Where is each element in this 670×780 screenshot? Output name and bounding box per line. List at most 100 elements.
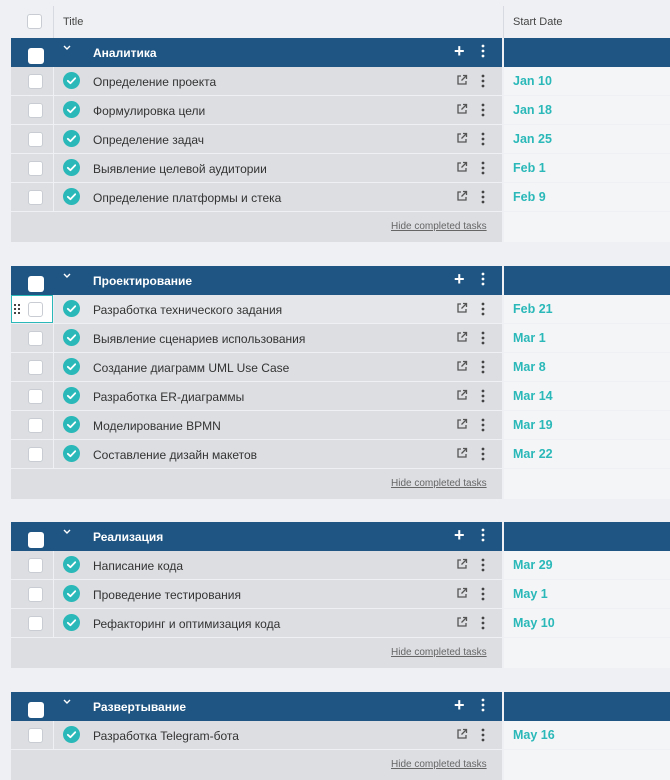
external-link-icon[interactable] [456,447,468,459]
task-start-date[interactable]: Feb 1 [513,161,546,175]
task-start-date[interactable]: May 16 [513,728,555,742]
task-row[interactable]: Моделирование BPMN Mar 19 [11,411,670,440]
row-select-checkbox[interactable] [28,190,43,205]
task-title[interactable]: Рефакторинг и оптимизация кода [93,617,280,631]
task-row[interactable]: Проведение тестирования May 1 [11,580,670,609]
chevron-down-icon[interactable] [63,528,71,536]
select-all-checkbox[interactable] [27,14,42,29]
external-link-icon[interactable] [456,103,468,115]
more-vertical-icon[interactable] [481,447,485,461]
start-date-cell[interactable]: May 1 [504,580,670,608]
external-link-icon[interactable] [456,418,468,430]
task-title[interactable]: Составление дизайн макетов [93,448,257,462]
more-vertical-icon[interactable] [481,616,485,630]
row-select-checkbox[interactable] [28,331,43,346]
task-row[interactable]: Разработка Telegram-бота May 16 [11,721,670,750]
task-cell[interactable]: Определение задач [11,125,502,153]
task-cell[interactable]: Рефакторинг и оптимизация кода [11,609,502,637]
chevron-down-icon[interactable] [63,698,71,706]
task-cell[interactable]: Разработка технического задания [11,295,502,323]
task-start-date[interactable]: Mar 14 [513,389,553,403]
task-row[interactable]: Разработка ER-диаграммы Mar 14 [11,382,670,411]
row-select-checkbox[interactable] [28,132,43,147]
task-start-date[interactable]: Mar 19 [513,418,553,432]
task-start-date[interactable]: Jan 18 [513,103,552,117]
check-circle-icon[interactable] [63,585,80,602]
task-title[interactable]: Разработка Telegram-бота [93,729,239,743]
row-select-checkbox[interactable] [28,728,43,743]
task-row[interactable]: Создание диаграмм UML Use Case Mar 8 [11,353,670,382]
group-title[interactable]: Проектирование [93,274,192,288]
task-cell[interactable]: Определение проекта [11,67,502,95]
more-vertical-icon[interactable] [481,587,485,601]
task-cell[interactable]: Выявление сценариев использования [11,324,502,352]
start-date-cell[interactable]: Mar 22 [504,440,670,468]
group-select-checkbox[interactable] [28,702,44,718]
start-date-cell[interactable]: May 10 [504,609,670,637]
more-vertical-icon[interactable] [481,728,485,742]
plus-icon[interactable]: + [454,695,465,715]
external-link-icon[interactable] [456,161,468,173]
external-link-icon[interactable] [456,389,468,401]
start-date-cell[interactable]: Feb 9 [504,183,670,211]
start-date-cell[interactable]: Jan 18 [504,96,670,124]
task-cell[interactable]: Определение платформы и стека [11,183,502,211]
task-cell[interactable]: Моделирование BPMN [11,411,502,439]
task-row[interactable]: Формулировка цели Jan 18 [11,96,670,125]
task-start-date[interactable]: May 10 [513,616,555,630]
group-title[interactable]: Развертывание [93,700,186,714]
task-cell[interactable]: Составление дизайн макетов [11,440,502,468]
hide-completed-link[interactable]: Hide completed tasks [391,221,487,232]
task-start-date[interactable]: Mar 8 [513,360,546,374]
start-date-column-header[interactable]: Start Date [513,16,563,28]
task-title[interactable]: Разработка технического задания [93,303,282,317]
more-vertical-icon[interactable] [481,74,485,88]
task-start-date[interactable]: Mar 22 [513,447,553,461]
external-link-icon[interactable] [456,74,468,86]
more-vertical-icon[interactable] [481,360,485,374]
check-circle-icon[interactable] [63,300,80,317]
more-vertical-icon[interactable] [481,528,485,542]
task-title[interactable]: Разработка ER-диаграммы [93,390,244,404]
task-title[interactable]: Определение задач [93,133,204,147]
row-select-checkbox[interactable] [28,302,43,317]
start-date-cell[interactable]: Mar 29 [504,551,670,579]
external-link-icon[interactable] [456,558,468,570]
task-start-date[interactable]: Feb 21 [513,302,553,316]
task-start-date[interactable]: Feb 9 [513,190,546,204]
start-date-cell[interactable]: Mar 19 [504,411,670,439]
task-title[interactable]: Проведение тестирования [93,588,241,602]
task-cell[interactable]: Создание диаграмм UML Use Case [11,353,502,381]
task-row[interactable]: Выявление целевой аудитории Feb 1 [11,154,670,183]
hide-completed-link[interactable]: Hide completed tasks [391,478,487,489]
title-column-header[interactable]: Title [63,16,83,28]
more-vertical-icon[interactable] [481,331,485,345]
chevron-down-icon[interactable] [63,272,71,280]
start-date-cell[interactable]: Feb 1 [504,154,670,182]
check-circle-icon[interactable] [63,159,80,176]
task-cell[interactable]: Разработка Telegram-бота [11,721,502,749]
chevron-down-icon[interactable] [63,44,71,52]
task-title[interactable]: Выявление целевой аудитории [93,162,267,176]
row-select-checkbox[interactable] [28,103,43,118]
external-link-icon[interactable] [456,360,468,372]
task-row[interactable]: Определение задач Jan 25 [11,125,670,154]
external-link-icon[interactable] [456,616,468,628]
hide-completed-link[interactable]: Hide completed tasks [391,759,487,770]
start-date-cell[interactable]: Feb 21 [504,295,670,323]
check-circle-icon[interactable] [63,358,80,375]
row-select-checkbox[interactable] [28,587,43,602]
start-date-cell[interactable]: Mar 8 [504,353,670,381]
check-circle-icon[interactable] [63,101,80,118]
group-select-checkbox[interactable] [28,276,44,292]
start-date-cell[interactable]: Mar 1 [504,324,670,352]
task-start-date[interactable]: Jan 25 [513,132,552,146]
task-title[interactable]: Определение платформы и стека [93,191,281,205]
task-cell[interactable]: Проведение тестирования [11,580,502,608]
task-row[interactable]: Определение платформы и стека Feb 9 [11,183,670,212]
check-circle-icon[interactable] [63,416,80,433]
row-select-checkbox[interactable] [28,389,43,404]
external-link-icon[interactable] [456,302,468,314]
task-row[interactable]: Написание кода Mar 29 [11,551,670,580]
task-cell[interactable]: Формулировка цели [11,96,502,124]
